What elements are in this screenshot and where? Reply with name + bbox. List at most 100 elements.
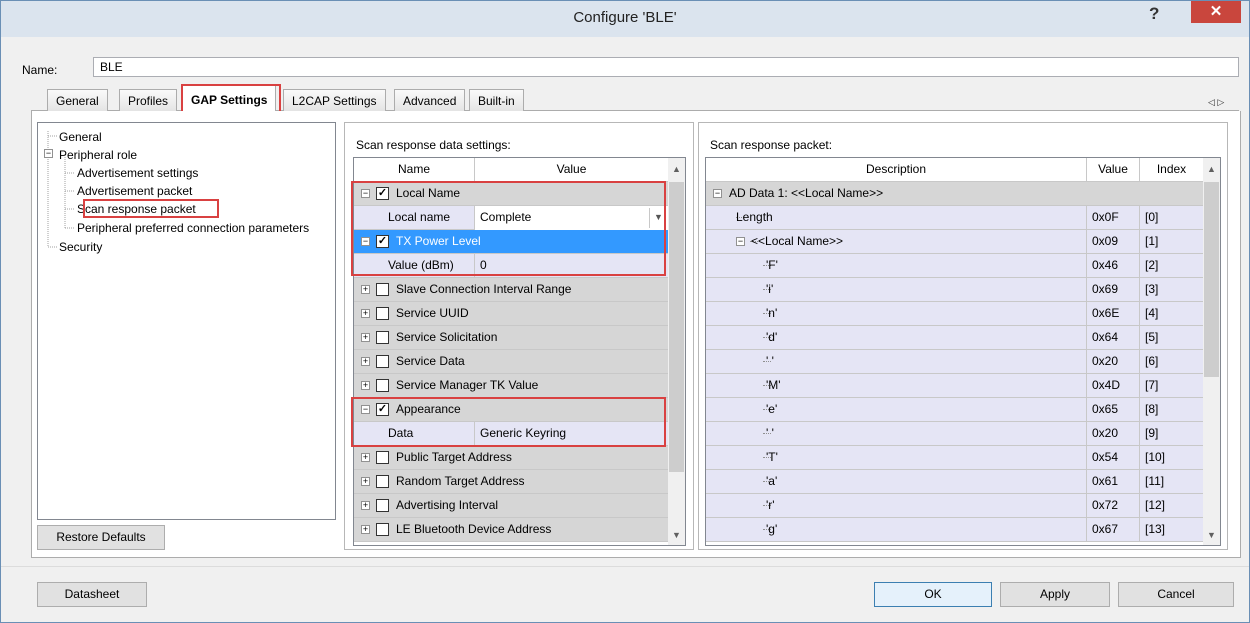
expand-icon[interactable]: + [361, 309, 370, 318]
chevron-up-icon[interactable]: ▲ [668, 164, 685, 174]
tree-item-advertisement-settings[interactable]: Advertisement settings [77, 166, 198, 180]
row-appearance[interactable]: − ✓ Appearance [354, 398, 668, 422]
col-description-header[interactable]: Description [706, 158, 1086, 182]
tx-power-input[interactable]: 0 [475, 254, 668, 278]
row-tx-power-level[interactable]: − ✓ TX Power Level [354, 230, 668, 254]
restore-defaults-button[interactable]: Restore Defaults [37, 525, 165, 550]
packet-row[interactable]: 'M' 0x4D [7] [706, 374, 1203, 398]
expand-icon[interactable]: + [361, 453, 370, 462]
packet-row[interactable]: ' ' 0x20 [9] [706, 422, 1203, 446]
packet-scrollbar[interactable]: ▲ ▼ [1203, 158, 1220, 545]
packet-row[interactable]: 'n' 0x6E [4] [706, 302, 1203, 326]
chevron-down-icon[interactable]: ▼ [668, 530, 685, 540]
row-slave-connection[interactable]: + Slave Connection Interval Range [354, 278, 668, 302]
name-input[interactable] [93, 57, 1239, 77]
collapse-icon[interactable]: − [361, 405, 370, 414]
packet-row[interactable]: 'd' 0x64 [5] [706, 326, 1203, 350]
row-local-name[interactable]: − ✓ Local Name [354, 182, 668, 206]
packet-group-label: AD Data 1: <<Local Name>> [729, 186, 884, 200]
expand-icon[interactable]: + [361, 333, 370, 342]
tab-general[interactable]: General [47, 89, 108, 111]
tree-item-advertisement-packet[interactable]: Advertisement packet [77, 184, 192, 198]
col-name-header[interactable]: Name [354, 158, 474, 182]
row-service-uuid[interactable]: + Service UUID [354, 302, 668, 326]
checkbox-unchecked[interactable] [376, 355, 389, 368]
expand-icon[interactable]: + [361, 501, 370, 510]
tab-l2cap-settings[interactable]: L2CAP Settings [283, 89, 386, 111]
checkbox-unchecked[interactable] [376, 475, 389, 488]
local-name-select[interactable]: Complete [475, 206, 668, 230]
tree-item-peripheral-role[interactable]: Peripheral role [59, 148, 137, 162]
packet-desc: <<Local Name>> [751, 234, 844, 248]
checkbox-unchecked[interactable] [376, 331, 389, 344]
col-value-header[interactable]: Value [1087, 158, 1139, 182]
collapse-icon[interactable]: − [713, 189, 722, 198]
expand-icon[interactable]: + [361, 477, 370, 486]
tree-item-security[interactable]: Security [59, 240, 102, 254]
collapse-icon[interactable]: − [361, 189, 370, 198]
tab-advanced[interactable]: Advanced [394, 89, 466, 111]
row-le-device-address[interactable]: + LE Bluetooth Device Address [354, 518, 668, 542]
row-advertising-interval[interactable]: + Advertising Interval [354, 494, 668, 518]
chevron-down-icon[interactable]: ▼ [1203, 530, 1220, 540]
checkbox-unchecked[interactable] [376, 283, 389, 296]
title-bar: Configure 'BLE' ? ✕ [1, 1, 1249, 37]
row-service-manager-tk[interactable]: + Service Manager TK Value [354, 374, 668, 398]
packet-row[interactable]: 'e' 0x65 [8] [706, 398, 1203, 422]
tree-item-general[interactable]: General [59, 130, 102, 144]
chevron-up-icon[interactable]: ▲ [1203, 164, 1220, 174]
tab-gap-settings[interactable]: GAP Settings [182, 85, 277, 112]
checkbox-unchecked[interactable] [376, 499, 389, 512]
packet-row[interactable]: 'a' 0x61 [11] [706, 470, 1203, 494]
collapse-icon[interactable]: − [736, 237, 745, 246]
checkbox-unchecked[interactable] [376, 307, 389, 320]
row-service-solicitation[interactable]: + Service Solicitation [354, 326, 668, 350]
tab-built-in[interactable]: Built-in [469, 89, 524, 111]
close-button[interactable]: ✕ [1191, 1, 1241, 23]
tree-item-scan-response-packet[interactable]: Scan response packet [77, 202, 196, 216]
checkbox-checked[interactable]: ✓ [376, 235, 389, 248]
chevron-down-icon[interactable]: ▼ [649, 208, 667, 228]
checkbox-unchecked[interactable] [376, 451, 389, 464]
apply-button[interactable]: Apply [1000, 582, 1110, 607]
packet-row[interactable]: − <<Local Name>> 0x09 [1] [706, 230, 1203, 254]
col-value-header[interactable]: Value [475, 158, 668, 182]
checkbox-unchecked[interactable] [376, 523, 389, 536]
tree-item-connection-parameters[interactable]: Peripheral preferred connection paramete… [77, 221, 309, 235]
appearance-select[interactable]: Generic Keyring [475, 422, 668, 446]
packet-desc: 'n' [766, 306, 778, 320]
checkbox-checked[interactable]: ✓ [376, 187, 389, 200]
collapse-icon[interactable]: − [361, 237, 370, 246]
datasheet-button[interactable]: Datasheet [37, 582, 147, 607]
help-button[interactable]: ? [1149, 4, 1159, 24]
cancel-button[interactable]: Cancel [1118, 582, 1234, 607]
scrollbar-thumb[interactable] [1204, 182, 1219, 377]
settings-scrollbar[interactable]: ▲ ▼ [668, 158, 685, 545]
grid-header: Name Value [354, 158, 668, 182]
packet-row[interactable]: ' ' 0x20 [6] [706, 350, 1203, 374]
packet-row[interactable]: 'T' 0x54 [10] [706, 446, 1203, 470]
scrollbar-thumb[interactable] [669, 182, 684, 472]
expand-icon[interactable]: + [361, 525, 370, 534]
packet-index: [0] [1145, 210, 1159, 224]
row-random-target[interactable]: + Random Target Address [354, 470, 668, 494]
checkbox-unchecked[interactable] [376, 379, 389, 392]
packet-row[interactable]: 'g' 0x67 [13] [706, 518, 1203, 542]
row-service-data[interactable]: + Service Data [354, 350, 668, 374]
packet-row[interactable]: Length 0x0F [0] [706, 206, 1203, 230]
expand-icon[interactable]: + [361, 285, 370, 294]
packet-row[interactable]: 'r' 0x72 [12] [706, 494, 1203, 518]
checkbox-checked[interactable]: ✓ [376, 403, 389, 416]
packet-row[interactable]: 'i' 0x69 [3] [706, 278, 1203, 302]
tab-profiles[interactable]: Profiles [119, 89, 178, 111]
tab-scroll-arrows[interactable]: ◁ ▷ [1208, 97, 1224, 108]
packet-value: 0x09 [1092, 234, 1119, 248]
row-public-target[interactable]: + Public Target Address [354, 446, 668, 470]
collapse-icon[interactable]: − [44, 149, 53, 158]
packet-group-row[interactable]: − AD Data 1: <<Local Name>> [706, 182, 1203, 206]
expand-icon[interactable]: + [361, 381, 370, 390]
expand-icon[interactable]: + [361, 357, 370, 366]
packet-row[interactable]: 'F' 0x46 [2] [706, 254, 1203, 278]
col-index-header[interactable]: Index [1140, 158, 1203, 182]
ok-button[interactable]: OK [874, 582, 992, 607]
